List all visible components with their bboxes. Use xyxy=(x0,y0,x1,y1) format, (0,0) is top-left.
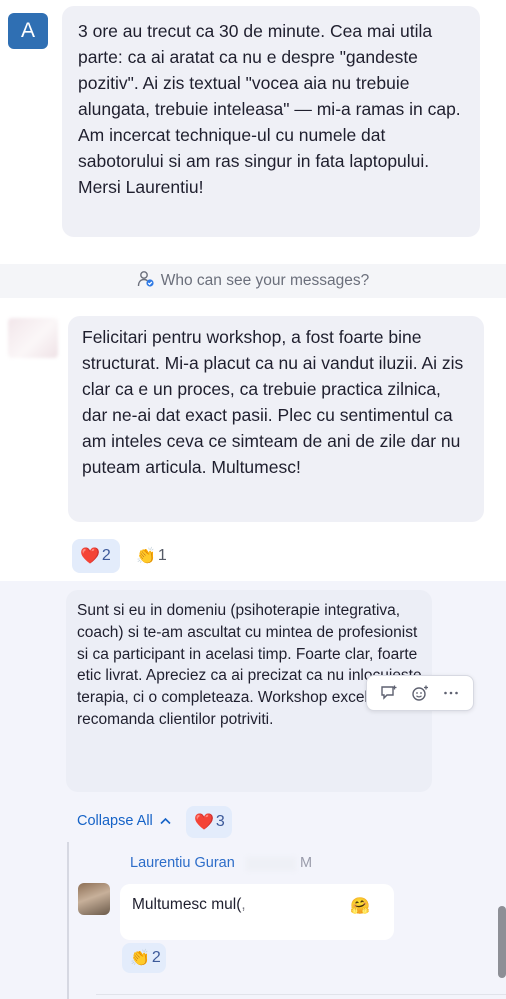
avatar[interactable] xyxy=(8,318,58,358)
hug-emoji: 🤗 xyxy=(350,898,370,915)
reaction-heart[interactable]: ❤️ 3 xyxy=(186,806,232,838)
scrollbar-thumb[interactable] xyxy=(498,906,506,978)
people-privacy-icon xyxy=(137,271,154,287)
redaction xyxy=(244,896,340,918)
notice-text[interactable]: Who can see your messages? xyxy=(161,272,370,289)
reply-text: Multumesc mul(, xyxy=(132,896,246,913)
clap-icon: 👏 xyxy=(130,950,150,967)
heart-icon: ❤️ xyxy=(80,548,100,565)
thread-line xyxy=(67,842,69,999)
divider xyxy=(96,994,506,995)
message-bubble: 3 ore au trecut ca 30 de minute. Cea mai… xyxy=(62,6,480,237)
reaction-count: 1 xyxy=(157,547,167,564)
chevron-up-icon xyxy=(160,817,171,825)
redaction xyxy=(246,857,296,871)
avatar[interactable] xyxy=(78,883,110,915)
reaction-count: 2 xyxy=(151,949,161,966)
collapse-label[interactable]: Collapse All xyxy=(77,813,153,829)
reaction-clap[interactable]: 👏 2 xyxy=(122,943,166,973)
reaction-heart[interactable]: ❤️ 2 xyxy=(72,539,120,573)
avatar[interactable]: A xyxy=(8,13,48,49)
privacy-notice[interactable]: Who can see your messages? xyxy=(0,270,506,290)
reaction-count: 2 xyxy=(101,547,111,564)
message-text: Felicitari pentru workshop, a fost foart… xyxy=(82,327,464,477)
reply-icon[interactable] xyxy=(380,684,398,702)
collapse-all-button[interactable]: Collapse All xyxy=(77,813,171,829)
message-bubble: Felicitari pentru workshop, a fost foart… xyxy=(68,316,484,522)
reaction-clap[interactable]: 👏 1 xyxy=(128,539,172,573)
message-text: 3 ore au trecut ca 30 de minute. Cea mai… xyxy=(78,21,461,197)
reaction-count: 3 xyxy=(215,813,225,830)
message-actions-toolbar xyxy=(366,675,474,711)
add-reaction-icon[interactable] xyxy=(411,684,429,702)
more-options-icon[interactable] xyxy=(442,684,460,702)
clap-icon: 👏 xyxy=(136,548,156,565)
reply-timestamp: M xyxy=(246,855,322,873)
timestamp-fragment: M xyxy=(300,855,313,871)
heart-icon: ❤️ xyxy=(194,814,214,831)
reply-author[interactable]: Laurentiu Guran xyxy=(130,855,235,871)
